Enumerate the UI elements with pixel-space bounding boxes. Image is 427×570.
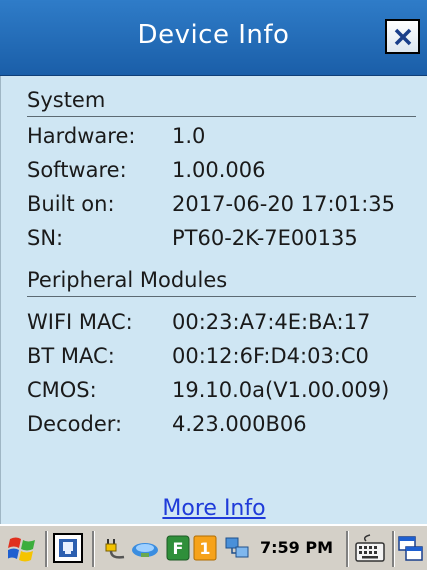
wifi-mac-value: 00:23:A7:4E:BA:17 bbox=[172, 310, 371, 334]
software-value: 1.00.006 bbox=[172, 158, 266, 182]
number-one-icon: 1 bbox=[193, 535, 217, 561]
built-on-label: Built on: bbox=[27, 192, 115, 216]
hardware-value: 1.0 bbox=[172, 124, 206, 148]
window-switch-icon bbox=[398, 536, 423, 561]
taskbar-separator bbox=[392, 531, 394, 567]
network-icon bbox=[132, 543, 158, 557]
f-key-icon: F bbox=[166, 535, 190, 561]
window-title: Device Info bbox=[137, 20, 290, 50]
keyboard-icon bbox=[355, 534, 385, 562]
bt-mac-value: 00:12:6F:D4:03:C0 bbox=[172, 344, 369, 368]
title-bar: Device Info bbox=[0, 0, 427, 76]
close-button[interactable] bbox=[385, 19, 420, 54]
taskbar-separator bbox=[346, 531, 348, 567]
close-icon bbox=[394, 28, 411, 45]
window-switch-button[interactable] bbox=[397, 534, 425, 564]
taskbar-clock[interactable]: 7:59 PM bbox=[260, 538, 333, 557]
f-key-tray-button[interactable]: F bbox=[166, 535, 192, 561]
decoder-label: Decoder: bbox=[27, 412, 123, 436]
cmos-value: 19.10.0a(V1.00.009) bbox=[172, 378, 390, 402]
connection-tray-button[interactable] bbox=[224, 535, 250, 561]
cmos-label: CMOS: bbox=[27, 378, 97, 402]
peripheral-divider bbox=[27, 296, 416, 297]
start-button[interactable] bbox=[7, 535, 35, 562]
taskbar-separator bbox=[92, 531, 94, 567]
windows-start-icon bbox=[7, 537, 35, 562]
decoder-value: 4.23.000B06 bbox=[172, 412, 307, 436]
software-label: Software: bbox=[27, 158, 127, 182]
number-tray-button[interactable]: 1 bbox=[193, 535, 219, 561]
bt-mac-label: BT MAC: bbox=[27, 344, 115, 368]
wifi-mac-label: WIFI MAC: bbox=[27, 310, 133, 334]
power-tray-button[interactable] bbox=[104, 535, 130, 561]
built-on-value: 2017-06-20 17:01:35 bbox=[172, 192, 396, 216]
more-info-link[interactable]: More Info bbox=[1, 496, 427, 521]
connection-icon bbox=[225, 537, 249, 558]
network-tray-button[interactable] bbox=[130, 535, 158, 561]
system-heading: System bbox=[27, 88, 106, 112]
peripheral-heading: Peripheral Modules bbox=[27, 268, 228, 292]
hardware-label: Hardware: bbox=[27, 124, 136, 148]
system-divider bbox=[27, 116, 416, 117]
device-info-panel: System Hardware: 1.0 Software: 1.00.006 … bbox=[0, 76, 427, 524]
sn-value: PT60-2K-7E00135 bbox=[172, 226, 358, 250]
desktop-button[interactable] bbox=[53, 533, 83, 563]
f-key-label: F bbox=[173, 539, 184, 558]
taskbar-separator bbox=[45, 531, 47, 567]
sn-label: SN: bbox=[27, 226, 64, 250]
number-one-label: 1 bbox=[199, 539, 210, 558]
taskbar: F 1 7:59 PM bbox=[0, 524, 427, 570]
keyboard-button[interactable] bbox=[352, 533, 390, 565]
power-plug-icon bbox=[105, 539, 125, 559]
desktop-icon bbox=[59, 539, 77, 557]
